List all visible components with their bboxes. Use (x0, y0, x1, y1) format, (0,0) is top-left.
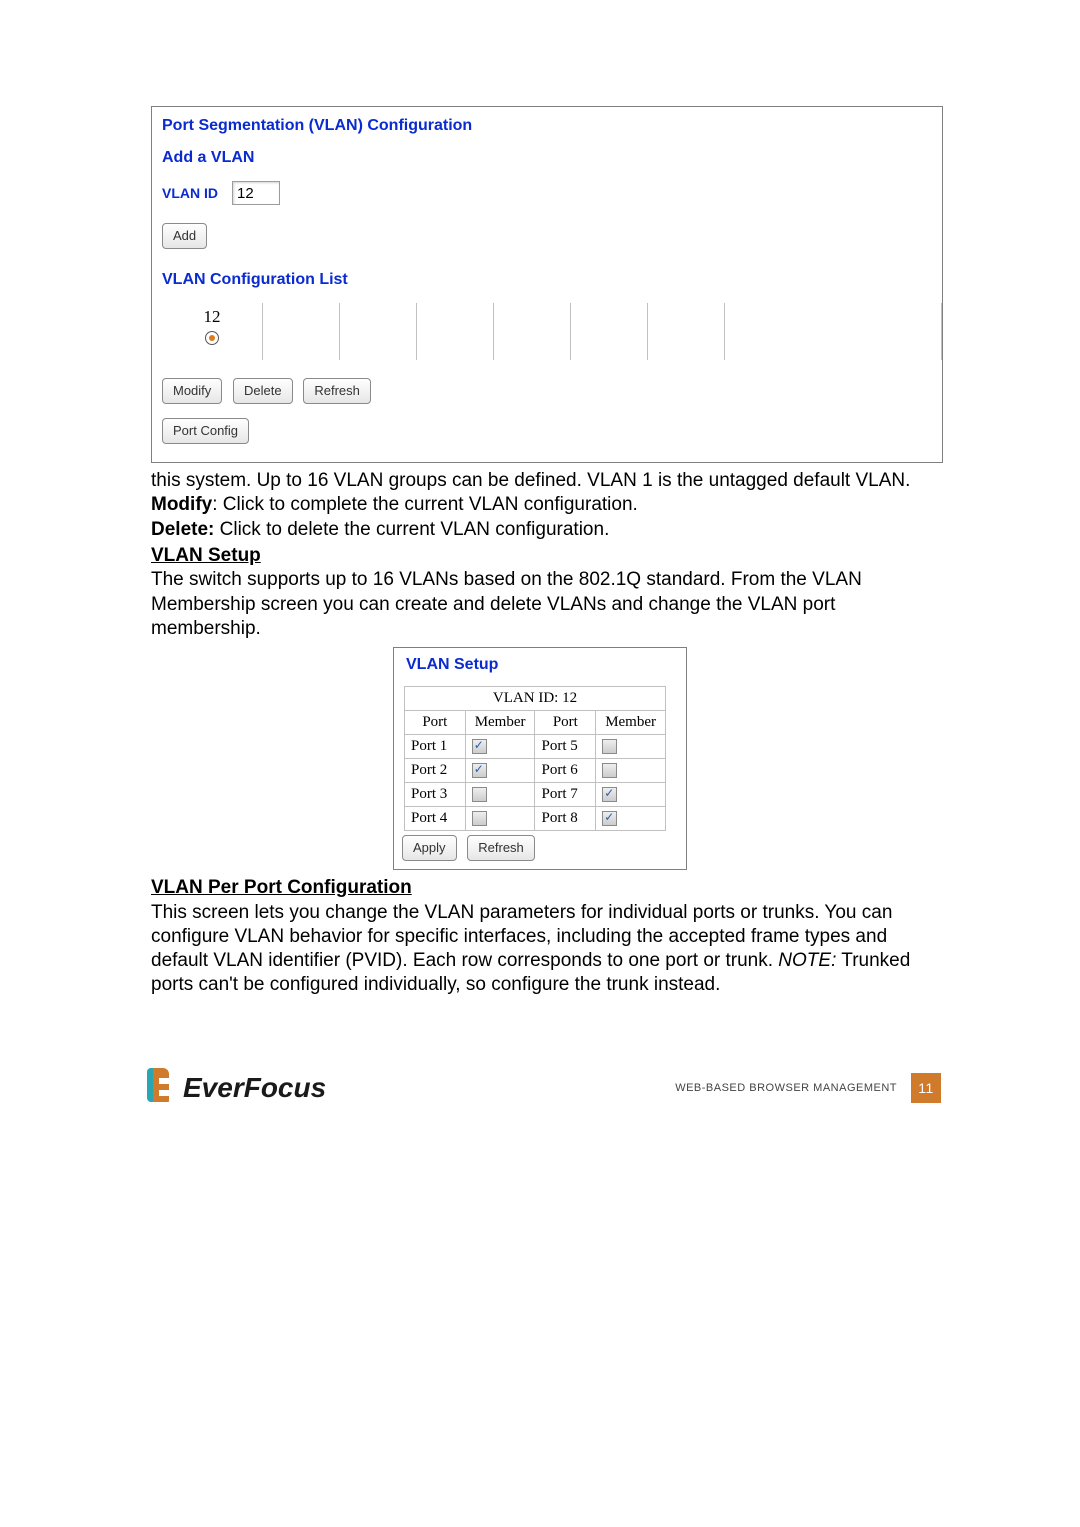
modify-button[interactable]: Modify (162, 378, 222, 404)
vlan-setup-heading: VLAN Setup (151, 545, 261, 566)
modify-desc: : Click to complete the current VLAN con… (212, 494, 638, 515)
page-number: 11 (911, 1073, 941, 1103)
cell-port: Port 7 (535, 783, 596, 807)
vlan-id-header: VLAN ID: 12 (405, 687, 666, 711)
delete-button[interactable]: Delete (233, 378, 293, 404)
vlan-setup-title: VLAN Setup (406, 656, 680, 674)
hdr-port-1: Port (405, 711, 466, 735)
checkbox-port-8[interactable] (602, 811, 617, 826)
hdr-member-1: Member (465, 711, 535, 735)
cell-port: Port 1 (405, 735, 466, 759)
page-footer: EverFocus WEB-BASED BROWSER MANAGEMENT 1… (147, 1068, 943, 1109)
add-vlan-section: Add a VLAN (162, 149, 942, 167)
vlan-list-row: 12 (162, 303, 942, 360)
port-config-button[interactable]: Port Config (162, 418, 249, 444)
vlan-setup-table: VLAN ID: 12 Port Member Port Member Port… (404, 686, 666, 831)
apply-button[interactable]: Apply (402, 835, 457, 861)
cell-port: Port 8 (535, 807, 596, 831)
modify-label: Modify (151, 494, 212, 515)
checkbox-port-3[interactable] (472, 787, 487, 802)
brand-logo: EverFocus (147, 1068, 326, 1109)
cell-port: Port 4 (405, 807, 466, 831)
cell-port: Port 5 (535, 735, 596, 759)
vlan-id-label: VLAN ID (162, 185, 218, 201)
perport-heading: VLAN Per Port Configuration (151, 877, 412, 898)
vlan-list-value: 12 (204, 307, 221, 326)
body-text-2: VLAN Per Port Configuration This screen … (151, 876, 943, 998)
checkbox-port-1[interactable] (472, 739, 487, 754)
brand-text: EverFocus (183, 1072, 326, 1104)
refresh-button-2[interactable]: Refresh (467, 835, 535, 861)
vlan-config-panel: Port Segmentation (VLAN) Configuration A… (151, 106, 943, 463)
para-intro: this system. Up to 16 VLAN groups can be… (151, 469, 943, 493)
cell-port: Port 2 (405, 759, 466, 783)
brand-icon (147, 1068, 177, 1109)
checkbox-port-4[interactable] (472, 811, 487, 826)
delete-label: Delete: (151, 519, 214, 540)
vlan-id-input[interactable] (232, 181, 280, 205)
delete-desc: Click to delete the current VLAN configu… (214, 519, 609, 540)
hdr-port-2: Port (535, 711, 596, 735)
checkbox-port-5[interactable] (602, 739, 617, 754)
footer-label: WEB-BASED BROWSER MANAGEMENT (675, 1082, 897, 1094)
vlan-setup-para: The switch supports up to 16 VLANs based… (151, 568, 943, 641)
refresh-button[interactable]: Refresh (303, 378, 371, 404)
panel-title: Port Segmentation (VLAN) Configuration (162, 117, 942, 135)
vlan-list-section: VLAN Configuration List (162, 271, 942, 289)
body-text: this system. Up to 16 VLAN groups can be… (151, 469, 943, 641)
cell-port: Port 3 (405, 783, 466, 807)
perport-note-label: NOTE: (778, 950, 836, 971)
hdr-member-2: Member (596, 711, 666, 735)
vlan-setup-panel: VLAN Setup VLAN ID: 12 Port Member Port … (393, 647, 687, 870)
cell-port: Port 6 (535, 759, 596, 783)
vlan-list-radio[interactable] (205, 331, 219, 345)
add-button[interactable]: Add (162, 223, 207, 249)
checkbox-port-7[interactable] (602, 787, 617, 802)
checkbox-port-2[interactable] (472, 763, 487, 778)
checkbox-port-6[interactable] (602, 763, 617, 778)
